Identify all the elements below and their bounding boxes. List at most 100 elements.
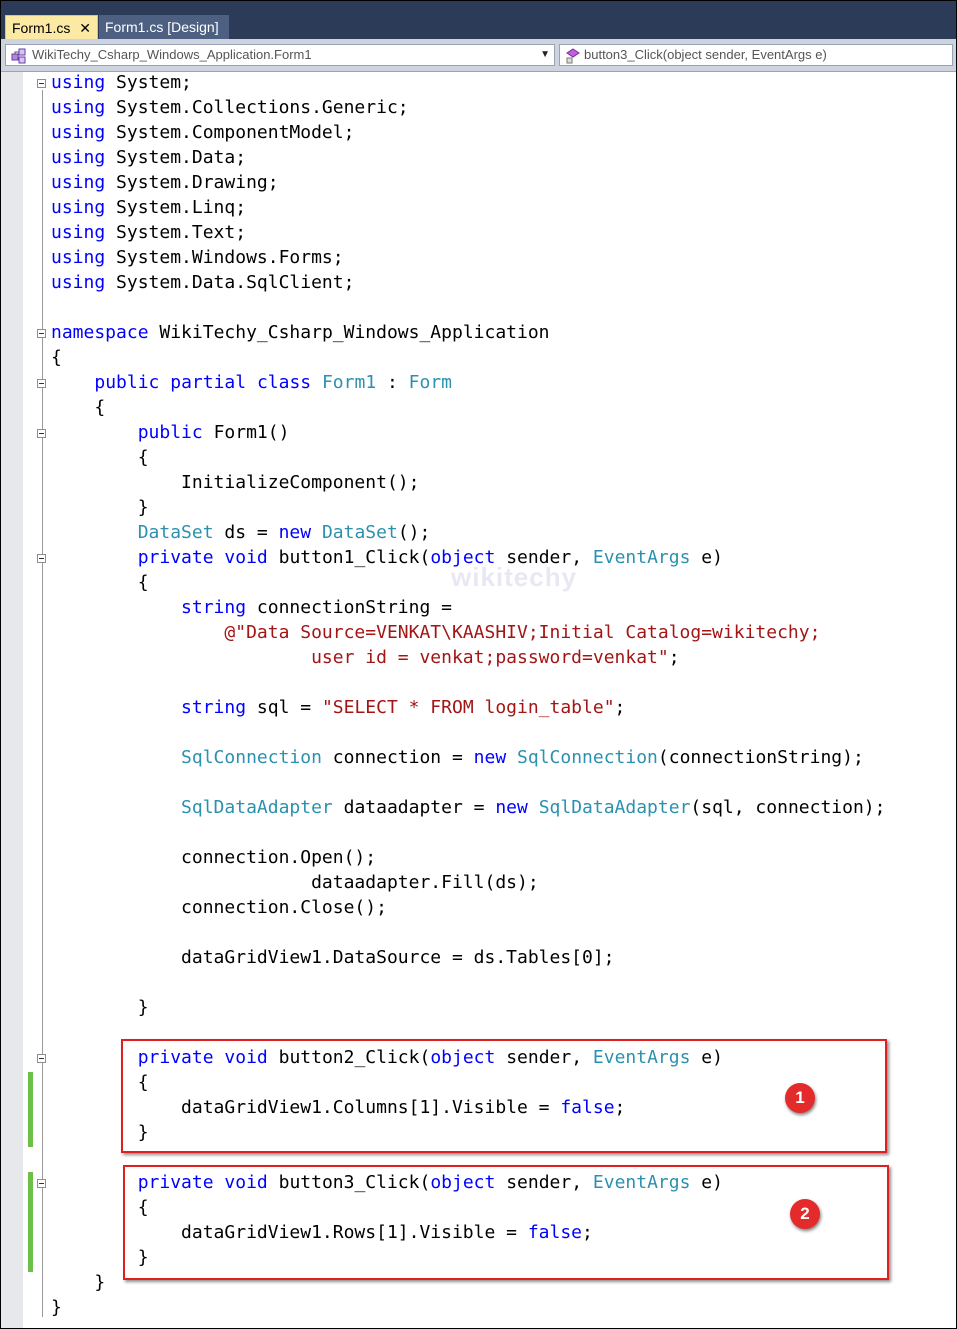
code-line: connection.Close(); <box>51 895 387 920</box>
code-line: SqlConnection connection = new SqlConnec… <box>51 745 864 770</box>
code-keyword: using <box>51 97 106 118</box>
code-text: Form1() <box>202 422 290 443</box>
code-line: using System.Windows.Forms; <box>51 245 344 270</box>
tab-form1-design[interactable]: Form1.cs [Design] <box>99 15 229 39</box>
code-keyword: namespace <box>51 322 149 343</box>
close-icon[interactable]: ✕ <box>79 16 91 40</box>
callout-badge-1: 1 <box>785 1083 815 1113</box>
code-text: dataadapter.Fill(ds); <box>51 872 539 893</box>
class-dropdown[interactable]: WikiTechy_Csharp_Windows_Application.For… <box>5 44 555 66</box>
class-icon <box>11 48 26 64</box>
code-text: button1_Click( <box>267 547 431 568</box>
code-text: connection.Open(); <box>51 847 377 868</box>
code-text: connection = <box>321 747 474 768</box>
code-line: { <box>51 570 149 595</box>
code-text: } <box>51 497 149 518</box>
code-text: sql = <box>246 697 322 718</box>
code-keyword: public <box>137 422 203 443</box>
code-line: using System.Text; <box>51 220 246 245</box>
code-line: { <box>51 445 149 470</box>
code-keyword: public <box>94 372 160 393</box>
code-text: dataGridView1.DataSource = ds.Tables[0]; <box>51 947 615 968</box>
class-dropdown-value: WikiTechy_Csharp_Windows_Application.For… <box>32 47 312 62</box>
code-line: user id = venkat;password=venkat"; <box>51 645 679 670</box>
collapse-icon[interactable] <box>37 554 46 563</box>
code-line: using System.Drawing; <box>51 170 279 195</box>
visual-studio-window: Form1.cs ✕ Form1.cs [Design] WikiTechy_C… <box>0 0 957 1329</box>
chevron-down-icon[interactable]: ▼ <box>540 45 550 65</box>
code-text: } <box>51 1297 62 1318</box>
collapse-icon[interactable] <box>37 79 46 88</box>
code-keyword: object <box>430 547 496 568</box>
code-text: System.ComponentModel; <box>105 122 355 143</box>
code-text: System.Windows.Forms; <box>105 247 344 268</box>
code-type: SqlConnection <box>517 747 658 768</box>
code-line: using System.Collections.Generic; <box>51 95 409 120</box>
collapse-icon[interactable] <box>37 379 46 388</box>
code-type: Form <box>408 372 453 393</box>
selection-margin <box>1 72 23 1328</box>
outline-guide <box>42 90 43 1317</box>
code-text: e) <box>690 547 723 568</box>
code-keyword: using <box>51 72 106 93</box>
code-line: @"Data Source=VENKAT\KAASHIV;Initial Cat… <box>51 620 820 645</box>
collapse-icon[interactable] <box>37 1054 46 1063</box>
changed-lines-indicator <box>28 1172 33 1272</box>
code-text: System.Data; <box>105 147 247 168</box>
code-keyword: new <box>473 747 507 768</box>
code-text: (); <box>397 522 431 543</box>
member-dropdown[interactable]: button3_Click(object sender, EventArgs e… <box>559 44 953 66</box>
code-text: (sql, connection); <box>690 797 886 818</box>
code-line: public Form1() <box>51 420 290 445</box>
code-text: { <box>51 397 106 418</box>
code-editor[interactable]: wikitechy using System; using System.Coll… <box>1 72 956 1328</box>
code-line: { <box>51 395 105 420</box>
code-string: "SELECT * FROM login_table" <box>321 697 615 718</box>
code-text: System; <box>105 72 192 93</box>
code-line: string connectionString = <box>51 595 452 620</box>
code-keyword: using <box>51 147 106 168</box>
code-line: DataSet ds = new DataSet(); <box>51 520 431 545</box>
method-icon <box>565 48 580 64</box>
callout-badge-2: 2 <box>790 1199 820 1229</box>
code-text: { <box>51 347 62 368</box>
code-line: string sql = "SELECT * FROM login_table"… <box>51 695 625 720</box>
code-keyword: string <box>181 597 247 618</box>
code-keyword: using <box>51 272 106 293</box>
code-line: SqlDataAdapter dataadapter = new SqlData… <box>51 795 885 820</box>
code-text: System.Data.SqlClient; <box>105 272 355 293</box>
code-string: user id = venkat;password=venkat" <box>311 647 669 668</box>
code-text: { <box>51 572 149 593</box>
code-line: } <box>51 495 149 520</box>
code-keyword: using <box>51 197 106 218</box>
code-line: using System.ComponentModel; <box>51 120 354 145</box>
code-text: dataadapter = <box>332 797 496 818</box>
code-line: } <box>51 1295 62 1320</box>
code-keyword: using <box>51 122 106 143</box>
document-tab-bar: Form1.cs ✕ Form1.cs [Design] <box>1 1 956 39</box>
code-line: using System.Data; <box>51 145 246 170</box>
code-line: private void button1_Click(object sender… <box>51 545 723 570</box>
collapse-icon[interactable] <box>37 329 46 338</box>
tab-form1-cs[interactable]: Form1.cs ✕ <box>5 15 98 39</box>
code-line: dataadapter.Fill(ds); <box>51 870 539 895</box>
code-string: @"Data Source=VENKAT\KAASHIV;Initial Cat… <box>224 622 821 643</box>
code-text: ; <box>614 697 626 718</box>
collapse-icon[interactable] <box>37 1179 46 1188</box>
code-keyword: using <box>51 222 106 243</box>
code-line: using System.Linq; <box>51 195 246 220</box>
code-keyword: new <box>278 522 312 543</box>
collapse-icon[interactable] <box>37 429 46 438</box>
code-type: EventArgs <box>592 547 691 568</box>
code-text: System.Text; <box>105 222 247 243</box>
